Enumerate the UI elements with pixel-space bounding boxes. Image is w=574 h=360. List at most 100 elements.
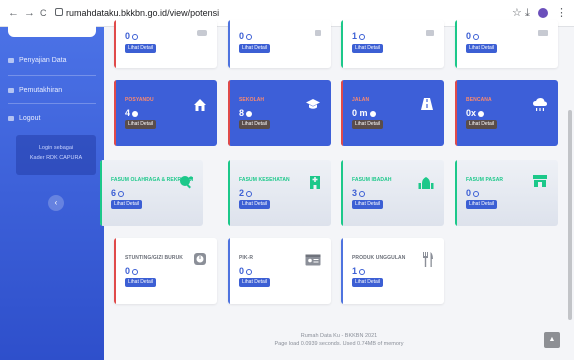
summary-card: 0 Lihat Detail xyxy=(228,20,331,68)
card-produk-unggulan: PRODUK UNGGULAN 1 Lihat Detail xyxy=(341,238,444,304)
browser-menu-icon[interactable]: ⋮ xyxy=(556,7,567,19)
view-detail-button[interactable]: Lihat Detail xyxy=(352,278,384,287)
road-icon xyxy=(421,98,433,110)
back-icon[interactable]: ← xyxy=(8,7,19,19)
sidebar-collapse-button[interactable]: ‹ xyxy=(48,195,64,211)
card-jalan: JALAN 0 m Lihat Detail xyxy=(341,80,444,146)
card-count: 0 m xyxy=(352,108,376,118)
eye-icon xyxy=(369,110,376,117)
sidebar-active-tab[interactable] xyxy=(8,25,96,37)
card-fasum-pasar: FASUM PASAR 0 Lihat Detail xyxy=(455,160,558,226)
card-icon xyxy=(315,30,321,36)
view-detail-button[interactable]: Lihat Detail xyxy=(466,200,498,209)
card-label: STUNTING/GIZI BURUK xyxy=(125,255,184,261)
card-icon xyxy=(426,30,434,36)
view-detail-button[interactable]: Lihat Detail xyxy=(125,120,157,129)
card-count: 0 xyxy=(466,31,480,41)
eye-icon xyxy=(359,190,366,197)
store-icon xyxy=(533,175,547,187)
eye-icon xyxy=(246,110,253,117)
eye-icon xyxy=(132,33,139,40)
card-count: 2 xyxy=(239,188,253,198)
summary-card: 1 Lihat Detail xyxy=(341,20,444,68)
utensils-icon xyxy=(423,252,433,267)
eye-icon xyxy=(359,33,366,40)
reload-icon[interactable]: C xyxy=(40,7,47,19)
sidebar-item-label: Pemutakhiran xyxy=(19,87,63,94)
card-count: 0 xyxy=(466,188,480,198)
refresh-icon xyxy=(8,88,14,93)
sidebar-divider xyxy=(8,103,96,104)
eye-icon xyxy=(246,33,253,40)
card-label: FASUM KESEHATAN xyxy=(239,177,290,183)
login-user-name: Kader RDK CAPURA xyxy=(29,155,83,161)
profile-avatar[interactable] xyxy=(538,8,548,18)
card-label: PIK-R xyxy=(239,255,254,261)
view-detail-button[interactable]: Lihat Detail xyxy=(466,120,498,129)
card-label: PRODUK UNGGULAN xyxy=(352,255,406,261)
eye-icon xyxy=(246,268,253,275)
sidebar: Penyajian Data Pemutakhiran Logout Login… xyxy=(0,25,104,360)
card-label: POSYANDU xyxy=(125,97,154,103)
card-fasum-kesehatan: FASUM KESEHATAN 2 Lihat Detail xyxy=(228,160,331,226)
login-info-box: Login sebagai Kader RDK CAPURA xyxy=(16,135,96,175)
sidebar-item-label: Penyajian Data xyxy=(19,57,67,64)
view-detail-button[interactable]: Lihat Detail xyxy=(125,278,157,287)
card-count: 1 xyxy=(352,266,366,276)
sidebar-item-logout[interactable]: Logout xyxy=(8,115,40,122)
scroll-to-top-button[interactable]: ▲ xyxy=(544,332,560,348)
card-count: 0 xyxy=(239,266,253,276)
card-fasum-ibadah: FASUM IBADAH 3 Lihat Detail xyxy=(341,160,444,226)
house-icon xyxy=(194,99,206,111)
scale-icon xyxy=(194,253,206,265)
site-info-icon[interactable] xyxy=(55,8,63,16)
page-scrollbar[interactable] xyxy=(568,110,572,320)
view-detail-button[interactable]: Lihat Detail xyxy=(466,44,498,53)
download-icon[interactable]: ⤓ xyxy=(525,7,530,19)
view-detail-button[interactable]: Lihat Detail xyxy=(352,44,384,53)
id-card-icon xyxy=(305,254,321,266)
login-as-label: Login sebagai xyxy=(38,145,74,151)
forward-icon[interactable]: → xyxy=(24,7,35,19)
card-label: BENCANA xyxy=(466,97,492,103)
card-label: FASUM PASAR xyxy=(466,177,504,183)
sidebar-item-penyajian-data[interactable]: Penyajian Data xyxy=(8,57,66,64)
card-label: SEKOLAH xyxy=(239,97,265,103)
card-count: 0 xyxy=(125,31,139,41)
card-icon xyxy=(197,30,207,36)
card-count: 4 xyxy=(125,108,139,118)
graduation-cap-icon xyxy=(306,99,320,109)
card-count: 8 xyxy=(239,108,253,118)
sidebar-divider xyxy=(8,75,96,76)
sidebar-item-pemutakhiran[interactable]: Pemutakhiran xyxy=(8,87,62,94)
card-count: 1 xyxy=(352,31,366,41)
view-detail-button[interactable]: Lihat Detail xyxy=(352,120,384,129)
card-count: 0 xyxy=(239,31,253,41)
bookmark-star-icon[interactable]: ☆ xyxy=(512,7,522,19)
card-label: FASUM IBADAH xyxy=(352,177,392,183)
view-detail-button[interactable]: Lihat Detail xyxy=(239,44,271,53)
card-label: JALAN xyxy=(352,97,370,103)
view-detail-button[interactable]: Lihat Detail xyxy=(239,120,271,129)
view-detail-button[interactable]: Lihat Detail xyxy=(352,200,384,209)
card-count: 0 xyxy=(125,266,139,276)
view-detail-button[interactable]: Lihat Detail xyxy=(239,278,271,287)
ping-pong-icon xyxy=(180,176,193,189)
view-detail-button[interactable]: Lihat Detail xyxy=(239,200,271,209)
card-icon xyxy=(538,30,548,36)
card-count: 3 xyxy=(352,188,366,198)
footer-copyright: Rumah Data Ku - BKKBN 2021 xyxy=(300,333,378,339)
eye-icon xyxy=(246,190,253,197)
eye-icon xyxy=(359,268,366,275)
mosque-icon xyxy=(418,175,434,189)
table-icon xyxy=(8,58,14,63)
view-detail-button[interactable]: Lihat Detail xyxy=(125,44,157,53)
card-stunting: STUNTING/GIZI BURUK 0 Lihat Detail xyxy=(114,238,217,304)
eye-icon xyxy=(473,33,480,40)
hospital-icon xyxy=(310,176,320,189)
eye-icon xyxy=(118,190,125,197)
address-bar[interactable]: rumahdataku.bkkbn.go.id/view/potensi xyxy=(66,6,219,20)
card-sekolah: SEKOLAH 8 Lihat Detail xyxy=(228,80,331,146)
summary-card: 0 Lihat Detail xyxy=(455,20,558,68)
view-detail-button[interactable]: Lihat Detail xyxy=(111,200,143,209)
